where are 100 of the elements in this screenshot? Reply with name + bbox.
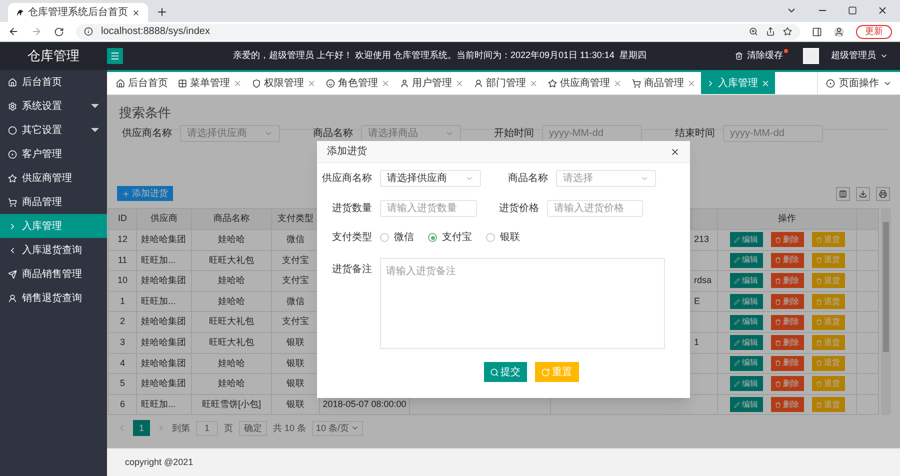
- delete-button[interactable]: 删除: [770, 252, 804, 268]
- note-field[interactable]: 请输入进货备注: [380, 258, 665, 349]
- sidebar-item[interactable]: 商品管理: [0, 190, 107, 214]
- input-field[interactable]: 请输入进货数量: [380, 200, 477, 217]
- submit-button[interactable]: 提交: [484, 362, 526, 382]
- sidebar-item[interactable]: 商品销售管理: [0, 262, 107, 286]
- return-button[interactable]: 退货: [812, 356, 844, 371]
- select-field[interactable]: 请选择供应商: [180, 125, 280, 142]
- info-icon: [84, 27, 93, 36]
- browser-tab[interactable]: 仓库管理系统后台首页: [8, 3, 148, 22]
- page-tab[interactable]: 部门管理: [469, 72, 543, 94]
- delete-button[interactable]: 删除: [770, 294, 804, 310]
- page-unit: 页: [224, 422, 233, 435]
- side-panel-icon[interactable]: [812, 26, 822, 36]
- select-field[interactable]: 请选择: [556, 170, 656, 187]
- sidebar-item[interactable]: 入库管理: [0, 214, 107, 238]
- delete-button[interactable]: 删除: [770, 232, 804, 248]
- bookmark-icon[interactable]: [783, 27, 792, 36]
- edit-button[interactable]: 编辑: [730, 356, 762, 371]
- delete-button[interactable]: 删除: [770, 273, 804, 288]
- close-icon[interactable]: [670, 146, 680, 156]
- sidebar-item[interactable]: 其它设置: [0, 118, 107, 142]
- sidebar-item[interactable]: 客户管理: [0, 142, 107, 166]
- edit-button[interactable]: 编辑: [730, 273, 762, 288]
- radio-option[interactable]: 微信: [380, 230, 414, 245]
- delete-button[interactable]: 删除: [770, 335, 804, 350]
- reset-button[interactable]: 重置: [534, 362, 578, 382]
- input-field[interactable]: yyyy-MM-dd: [723, 125, 823, 142]
- page-tab[interactable]: 菜单管理: [173, 72, 247, 94]
- page-size-select[interactable]: 10 条/页: [312, 420, 364, 436]
- radio-option[interactable]: 支付宝: [428, 230, 472, 245]
- sidebar-item[interactable]: 系统设置: [0, 94, 107, 118]
- page-number[interactable]: 1: [133, 420, 150, 436]
- sidebar-item[interactable]: 入库退货查询: [0, 238, 107, 262]
- edit-button[interactable]: 编辑: [730, 397, 762, 412]
- menu-item-icon: [8, 174, 17, 182]
- menu-button[interactable]: [107, 48, 123, 64]
- return-button[interactable]: 退货: [812, 294, 844, 310]
- field-label: 供应商名称: [122, 126, 172, 141]
- return-button[interactable]: 退货: [812, 397, 844, 412]
- page-tab[interactable]: 商品管理: [627, 72, 701, 94]
- table-cell: 3: [109, 332, 137, 353]
- return-button[interactable]: 退货: [812, 314, 844, 330]
- page-tab[interactable]: 供应商管理: [543, 72, 627, 94]
- clear-cache-link[interactable]: 清除缓存: [735, 49, 783, 63]
- field-label: 进货价格: [499, 202, 539, 216]
- edit-button[interactable]: 编辑: [730, 232, 762, 248]
- print-button[interactable]: [876, 186, 890, 200]
- delete-button[interactable]: 删除: [770, 397, 804, 412]
- maximize-icon[interactable]: [848, 6, 857, 15]
- add-button[interactable]: 添加进货: [117, 186, 173, 201]
- edit-button[interactable]: 编辑: [730, 376, 762, 392]
- edit-button[interactable]: 编辑: [730, 294, 762, 310]
- pencil-icon: [734, 380, 740, 387]
- target-icon: [826, 78, 835, 88]
- select-field[interactable]: 请选择商品: [361, 125, 461, 142]
- return-button[interactable]: 退货: [812, 335, 844, 350]
- export-button[interactable]: [856, 186, 870, 200]
- page-tab[interactable]: 入库管理: [701, 72, 775, 94]
- return-button[interactable]: 退货: [812, 273, 844, 288]
- reload-icon[interactable]: [54, 26, 64, 36]
- page-input[interactable]: 1: [196, 420, 218, 436]
- back-icon[interactable]: [8, 26, 19, 37]
- sidebar-item[interactable]: 供应商管理: [0, 166, 107, 190]
- page-tab[interactable]: 角色管理: [321, 72, 395, 94]
- field-label: 供应商名称: [322, 172, 372, 186]
- delete-button[interactable]: 删除: [770, 356, 804, 371]
- tab-icon: [548, 78, 557, 88]
- reload-icon: [541, 368, 550, 376]
- close-icon[interactable]: [877, 5, 888, 16]
- input-field[interactable]: 请输入进货价格: [547, 200, 643, 217]
- confirm-button[interactable]: 确定: [239, 420, 267, 436]
- scrollbar[interactable]: [881, 208, 891, 416]
- profile-icon[interactable]: [834, 26, 844, 36]
- sidebar-item[interactable]: 后台首页: [0, 70, 107, 94]
- update-button[interactable]: 更新: [856, 24, 892, 38]
- page-tab[interactable]: 权限管理: [247, 72, 321, 94]
- return-button[interactable]: 退货: [812, 376, 844, 392]
- menu-item-icon: [8, 78, 17, 86]
- input-field[interactable]: yyyy-MM-dd: [542, 125, 642, 142]
- edit-button[interactable]: 编辑: [730, 335, 762, 350]
- delete-button[interactable]: 删除: [770, 314, 804, 330]
- page-tab[interactable]: 后台首页: [111, 72, 173, 94]
- page-actions-menu[interactable]: 页面操作: [817, 72, 900, 94]
- return-button[interactable]: 退货: [812, 232, 844, 248]
- select-field[interactable]: 请选择供应商: [380, 170, 481, 187]
- trash-icon: [816, 278, 822, 284]
- edit-button[interactable]: 编辑: [730, 252, 762, 268]
- new-tab-icon[interactable]: [156, 6, 168, 18]
- sidebar-item[interactable]: 销售退货查询: [0, 286, 107, 310]
- user-menu[interactable]: 超级管理员: [831, 49, 888, 63]
- edit-button[interactable]: 编辑: [730, 314, 762, 330]
- delete-button[interactable]: 删除: [770, 376, 804, 392]
- address-bar[interactable]: localhost:8888/sys/index: [76, 24, 800, 40]
- columns-button[interactable]: [836, 186, 850, 200]
- return-button[interactable]: 退货: [812, 252, 844, 268]
- share-icon[interactable]: [766, 27, 775, 36]
- page-tab[interactable]: 用户管理: [395, 72, 469, 94]
- zoom-icon[interactable]: [749, 27, 758, 36]
- radio-option[interactable]: 银联: [486, 230, 520, 245]
